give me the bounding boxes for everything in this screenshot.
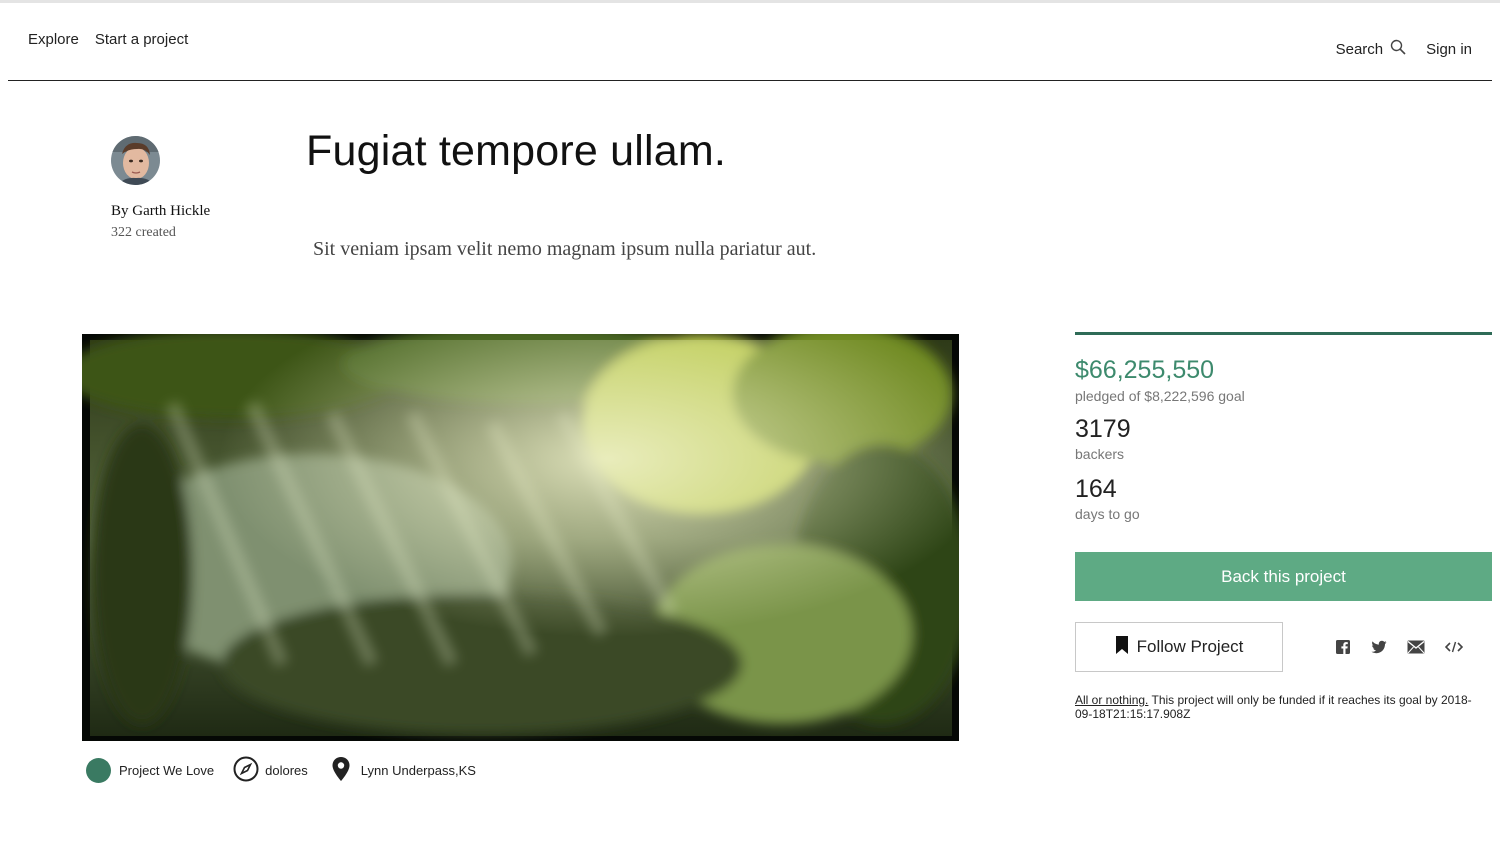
project-title: Fugiat tempore ullam. (306, 127, 727, 175)
search-label: Search (1335, 40, 1384, 58)
nav-start-project-link[interactable]: Start a project (95, 31, 188, 48)
search-icon (1390, 39, 1406, 59)
backers-count: 3179 (1075, 415, 1131, 443)
all-or-nothing-link[interactable]: All or nothing. (1075, 693, 1148, 707)
nav-explore-link[interactable]: Explore (28, 31, 79, 48)
follow-project-label: Follow Project (1136, 637, 1244, 656)
bookmark-icon (1115, 635, 1137, 659)
project-blurb: Sit veniam ipsam velit nemo magnam ipsum… (313, 238, 817, 260)
all-or-nothing-note: All or nothing. This project will only b… (1075, 693, 1485, 721)
share-links (1335, 639, 1463, 655)
creator-created-count: 322 created (111, 225, 176, 240)
badge-dot-icon (86, 758, 111, 783)
search-button[interactable]: Search (1336, 39, 1407, 59)
site-header: Explore Start a project Search Sign in (8, 3, 1492, 81)
secondary-actions: Follow Project (1075, 622, 1492, 672)
sign-in-link[interactable]: Sign in (1426, 41, 1472, 58)
embed-icon[interactable] (1445, 640, 1463, 654)
project-we-love-badge[interactable]: Project We Love (86, 758, 214, 783)
creator-avatar[interactable] (111, 136, 160, 185)
facebook-icon[interactable] (1335, 639, 1351, 655)
location-label: Lynn Underpass,KS (360, 763, 476, 778)
category-link[interactable]: dolores (233, 756, 308, 785)
project-video[interactable] (82, 334, 959, 741)
days-to-go-count: 164 (1075, 475, 1117, 503)
days-to-go-label: days to go (1075, 506, 1140, 522)
secondary-nav: Search Sign in (1336, 39, 1472, 59)
badge-label: Project We Love (119, 763, 215, 778)
project-meta: Project We Love dolores Lynn Underpass,K… (86, 756, 495, 785)
compass-icon (233, 756, 265, 785)
funding-panel: $66,255,550 pledged of $8,222,596 goal 3… (1075, 332, 1492, 721)
back-project-button[interactable]: Back this project (1075, 552, 1492, 601)
primary-nav: Explore Start a project (28, 31, 188, 48)
follow-project-button[interactable]: Follow Project (1075, 622, 1283, 672)
creator-name[interactable]: By Garth Hickle (111, 203, 210, 220)
category-label: dolores (265, 763, 308, 778)
location-link[interactable]: Lynn Underpass,KS (327, 756, 476, 785)
twitter-icon[interactable] (1371, 639, 1387, 655)
pledged-amount: $66,255,550 (1075, 356, 1215, 384)
email-icon[interactable] (1407, 640, 1425, 654)
pledged-goal-label: pledged of $8,222,596 goal (1075, 388, 1245, 404)
map-pin-icon (327, 756, 361, 785)
funding-progress-bar (1075, 332, 1492, 335)
backers-label: backers (1075, 446, 1125, 462)
